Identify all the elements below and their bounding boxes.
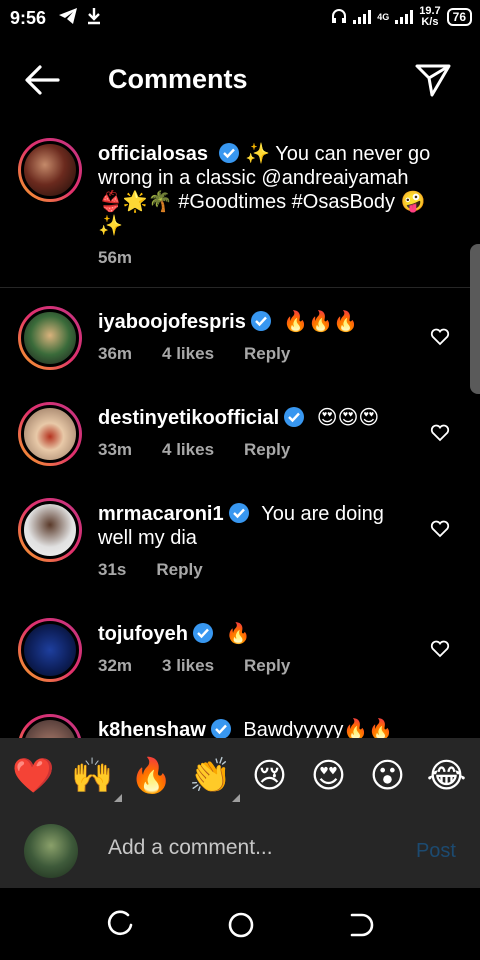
comment-row: k8henshaw Bawdyyyyy🔥🔥	[0, 714, 480, 738]
comment-likes[interactable]: 4 likes	[162, 440, 214, 460]
heart-icon[interactable]	[430, 640, 450, 658]
comment-username[interactable]: k8henshaw	[98, 719, 206, 738]
header: Comments	[0, 50, 480, 110]
avatar[interactable]	[18, 402, 82, 466]
scrollbar[interactable]	[470, 244, 480, 394]
emoji-clap-glyph: 👏	[189, 757, 232, 795]
recent-apps-icon[interactable]	[106, 910, 136, 940]
add-comment-bar: Post	[0, 814, 480, 888]
comment-username[interactable]: destinyetikoofficial	[98, 407, 279, 429]
emoji-fire[interactable]: 🔥	[127, 756, 177, 796]
home-icon[interactable]	[226, 910, 256, 940]
comment-row: destinyetikoofficial 😍😍😍 33m 4 likes Rep…	[0, 402, 480, 498]
emoji-quick-bar: ❤️ 🙌 🔥 👏 😢 😍 😮 😂	[0, 738, 480, 814]
avatar[interactable]	[18, 714, 82, 738]
comment-text: destinyetikoofficial 😍😍😍	[98, 406, 418, 430]
comment-time: 36m	[98, 344, 133, 363]
comment-text: tojufoyeh 🔥	[98, 622, 418, 646]
verified-badge-icon	[210, 719, 231, 738]
signal-icon	[353, 10, 372, 24]
avatar[interactable]	[18, 618, 82, 682]
comment-likes[interactable]: 3 likes	[162, 656, 214, 676]
system-nav-bar	[0, 888, 480, 960]
net-speed-unit: K/s	[421, 16, 439, 28]
battery-indicator: 76	[446, 8, 472, 26]
comment-time: 32m	[98, 656, 133, 675]
back-nav-icon[interactable]	[346, 910, 376, 940]
comment-row: tojufoyeh 🔥 32m 3 likes Reply	[0, 618, 480, 714]
skin-tone-indicator-icon	[231, 794, 240, 802]
comment-time: 33m	[98, 440, 133, 459]
comment-input[interactable]	[108, 836, 388, 860]
heart-icon[interactable]	[430, 520, 450, 538]
verified-badge-icon	[193, 623, 213, 643]
comment-likes[interactable]: 4 likes	[162, 344, 214, 364]
status-bar: 9:56 4G 19.7 K/s 76	[0, 0, 480, 36]
comment-row: iyaboojofespris 🔥🔥🔥 36m 4 likes Reply	[0, 306, 480, 402]
comment-meta: 32m 3 likes Reply	[98, 656, 290, 676]
network-type: 4G	[377, 12, 390, 22]
verified-badge-icon	[228, 503, 249, 523]
emoji-laughing[interactable]: 😂	[422, 756, 472, 796]
reply-button[interactable]: Reply	[156, 560, 202, 580]
emoji-raised-hands[interactable]: 🙌	[68, 756, 122, 802]
telegram-icon	[58, 7, 78, 30]
reply-button[interactable]: Reply	[244, 440, 290, 460]
post-button[interactable]: Post	[416, 840, 456, 863]
comment-text: iyaboojofespris 🔥🔥🔥	[98, 310, 418, 334]
share-send-icon[interactable]	[414, 62, 452, 98]
signal-icon-2	[395, 10, 414, 24]
emoji-clap[interactable]: 👏	[186, 756, 240, 802]
comment-body: 🔥	[225, 623, 251, 645]
headphones-icon	[331, 8, 347, 27]
emoji-surprised[interactable]: 😮	[363, 756, 413, 796]
post-caption: officialosas ✨ You can never go wrong in…	[0, 136, 480, 288]
back-arrow-icon[interactable]	[22, 62, 62, 98]
skin-tone-indicator-icon	[113, 794, 122, 802]
avatar[interactable]	[18, 498, 82, 562]
comment-text: mrmacaroni1 You are doing well my dia	[98, 502, 418, 550]
net-speed: 19.7 K/s	[419, 6, 440, 28]
emoji-heart-eyes[interactable]: 😍	[304, 756, 354, 796]
caption-meta: 56m	[98, 248, 132, 268]
emoji-heart[interactable]: ❤️	[9, 756, 59, 796]
download-icon	[86, 7, 102, 30]
page-title: Comments	[108, 64, 248, 94]
reply-button[interactable]: Reply	[244, 656, 290, 676]
comment-meta: 33m 4 likes Reply	[98, 440, 290, 460]
comment-body: Bawdyyyyy🔥🔥	[243, 719, 394, 738]
avatar[interactable]	[18, 138, 82, 202]
self-avatar	[24, 824, 78, 878]
comment-body: 😍😍😍	[316, 407, 380, 429]
verified-badge-icon	[284, 407, 305, 427]
verified-badge-icon	[218, 143, 239, 163]
comment-row: mrmacaroni1 You are doing well my dia 31…	[0, 498, 480, 594]
verified-badge-icon	[250, 311, 271, 331]
comment-meta: 36m 4 likes Reply	[98, 344, 290, 364]
comment-username[interactable]: mrmacaroni1	[98, 503, 224, 525]
comment-username[interactable]: tojufoyeh	[98, 623, 188, 645]
heart-icon[interactable]	[430, 424, 450, 442]
comment-body: 🔥🔥🔥	[283, 311, 359, 333]
reply-button[interactable]: Reply	[244, 344, 290, 364]
caption-username[interactable]: officialosas	[98, 143, 208, 165]
comment-time: 31s	[98, 560, 127, 579]
comment-meta: 31s Reply	[98, 560, 203, 580]
status-time: 9:56	[10, 7, 47, 28]
caption-text: officialosas ✨ You can never go wrong in…	[98, 142, 438, 238]
comment-username[interactable]: iyaboojofespris	[98, 311, 246, 333]
emoji-crying[interactable]: 😢	[245, 756, 295, 796]
avatar[interactable]	[18, 306, 82, 370]
caption-time: 56m	[98, 248, 133, 267]
heart-icon[interactable]	[430, 328, 450, 346]
comment-text: k8henshaw Bawdyyyyy🔥🔥	[98, 718, 418, 738]
status-right: 4G 19.7 K/s 76	[331, 6, 472, 28]
emoji-raised-hands-glyph: 🙌	[71, 757, 114, 795]
